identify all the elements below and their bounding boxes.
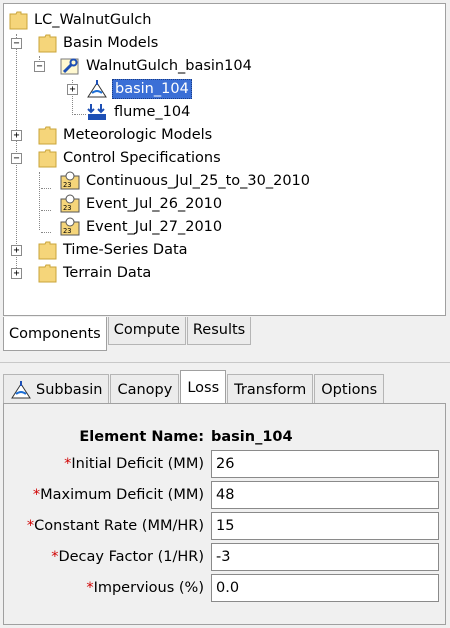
initial-deficit-input[interactable] [211, 450, 439, 478]
impervious-input[interactable] [211, 574, 439, 602]
svg-text:23: 23 [63, 204, 71, 212]
required-mark: * [86, 580, 94, 596]
explorer-tabs: Components Compute Results [3, 317, 252, 351]
folder-icon [38, 125, 57, 145]
control-spec-icon: 23 [60, 171, 80, 191]
tree-connector [41, 210, 51, 211]
expand-toggle[interactable]: + [11, 268, 22, 279]
tree-control-specifications[interactable]: Control Specifications [61, 148, 223, 168]
subbasin-icon [10, 380, 32, 400]
tree-control-item[interactable]: Event_Jul_26_2010 [84, 194, 224, 214]
component-tree[interactable]: LC_WalnutGulch − Basin Models − WalnutGu… [3, 3, 446, 316]
constant-rate-input[interactable] [211, 512, 439, 540]
expand-toggle[interactable]: + [67, 84, 78, 95]
tree-connector [74, 114, 86, 115]
subbasin-icon [86, 79, 107, 99]
tree-basin-element[interactable]: basin_104 [112, 79, 192, 99]
tree-connector [39, 172, 40, 230]
required-mark: * [32, 487, 41, 503]
tab-subbasin-label: Subbasin [36, 381, 103, 398]
element-name-value: basin_104 [211, 429, 293, 445]
collapse-toggle[interactable]: − [11, 153, 22, 164]
folder-icon [38, 148, 57, 168]
tab-results[interactable]: Results [186, 317, 252, 345]
tab-components[interactable]: Components [3, 317, 107, 351]
control-spec-icon: 23 [60, 194, 80, 214]
tree-basin-model[interactable]: WalnutGulch_basin104 [84, 56, 254, 76]
folder-icon [38, 263, 57, 283]
tab-transform[interactable]: Transform [227, 374, 314, 404]
tree-control-item[interactable]: Event_Jul_27_2010 [84, 217, 224, 237]
sink-icon [86, 102, 106, 122]
tree-meteorologic-models[interactable]: Meteorologic Models [61, 125, 214, 145]
field-label-initial-deficit: *Initial Deficit (MM) [64, 456, 204, 472]
maximum-deficit-input[interactable] [211, 481, 439, 509]
tab-subbasin[interactable]: Subbasin [3, 374, 110, 404]
collapse-toggle[interactable]: − [34, 61, 45, 72]
svg-text:23: 23 [63, 181, 71, 189]
tree-terrain[interactable]: Terrain Data [61, 263, 153, 283]
splitter[interactable] [0, 362, 450, 366]
field-label-decay-factor: *Decay Factor (1/HR) [51, 549, 204, 565]
tab-options[interactable]: Options [314, 374, 385, 404]
folder-icon [38, 240, 57, 260]
basin-model-wrench-icon [60, 56, 79, 76]
tab-loss[interactable]: Loss [180, 370, 227, 404]
tree-connector [41, 232, 51, 233]
control-spec-icon: 23 [60, 217, 80, 237]
tree-basin-models[interactable]: Basin Models [61, 33, 160, 53]
svg-text:23: 23 [63, 227, 71, 235]
tree-time-series[interactable]: Time-Series Data [61, 240, 190, 260]
expand-toggle[interactable]: + [11, 130, 22, 141]
folder-icon [38, 33, 57, 53]
tree-connector [41, 188, 51, 189]
tab-compute[interactable]: Compute [107, 317, 186, 345]
tree-control-item[interactable]: Continuous_Jul_25_to_30_2010 [84, 171, 312, 191]
field-label-impervious: *Impervious (%) [86, 580, 204, 596]
tree-root-label[interactable]: LC_WalnutGulch [32, 10, 153, 30]
folder-icon [9, 10, 28, 30]
collapse-toggle[interactable]: − [11, 38, 22, 49]
tree-flume-element[interactable]: flume_104 [112, 102, 192, 122]
expand-toggle[interactable]: + [11, 245, 22, 256]
tab-canopy[interactable]: Canopy [110, 374, 180, 404]
loss-editor-panel: Element Name: basin_104 *Initial Deficit… [3, 403, 446, 625]
decay-factor-input[interactable] [211, 543, 439, 571]
element-name-label: Element Name: [79, 429, 204, 445]
field-label-maximum-deficit: *Maximum Deficit (MM) [32, 487, 204, 503]
field-label-constant-rate: *Constant Rate (MM/HR) [26, 518, 204, 534]
editor-tabs: Subbasin Canopy Loss Transform Options [3, 370, 385, 404]
